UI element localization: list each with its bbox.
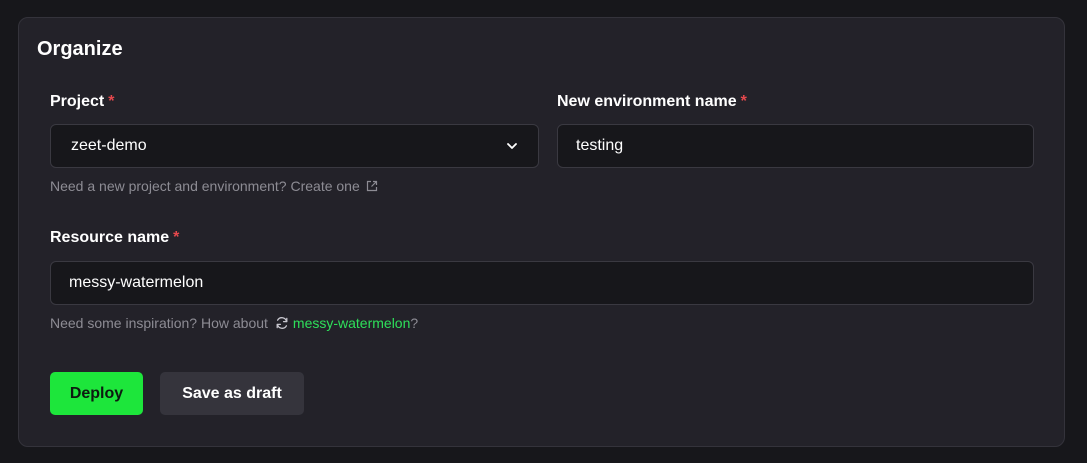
environment-label: New environment name * <box>557 93 747 111</box>
save-draft-button[interactable]: Save as draft <box>160 372 304 415</box>
project-helper: Need a new project and environment? Crea… <box>50 178 378 194</box>
environment-name-field[interactable] <box>557 124 1034 168</box>
project-label-text: Project <box>50 93 105 110</box>
resource-label: Resource name * <box>50 229 179 247</box>
resource-helper-prefix: Need some inspiration? How about <box>50 315 268 331</box>
suggestion-link[interactable]: messy-watermelon <box>293 315 410 331</box>
resource-name-input[interactable] <box>69 274 1015 292</box>
required-mark: * <box>173 229 180 246</box>
organize-card: Organize Project * zeet-demo Need a new p… <box>18 17 1065 447</box>
project-select-value: zeet-demo <box>71 137 147 154</box>
environment-label-text: New environment name <box>557 93 737 110</box>
resource-helper-suffix: ? <box>410 315 419 331</box>
project-label: Project * <box>50 93 114 111</box>
create-project-link[interactable]: Need a new project and environment? Crea… <box>50 178 360 194</box>
chevron-down-icon <box>504 138 520 154</box>
resource-helper: Need some inspiration? How about messy-w… <box>50 315 418 331</box>
required-mark: * <box>108 93 115 110</box>
external-link-icon <box>366 180 378 192</box>
deploy-button[interactable]: Deploy <box>50 372 143 415</box>
resource-label-text: Resource name <box>50 229 170 246</box>
project-select[interactable]: zeet-demo <box>50 124 539 168</box>
required-mark: * <box>740 93 747 110</box>
resource-name-field[interactable] <box>50 261 1034 305</box>
card-title: Organize <box>37 38 123 60</box>
environment-name-input[interactable] <box>576 137 1015 155</box>
refresh-icon[interactable] <box>275 316 289 330</box>
